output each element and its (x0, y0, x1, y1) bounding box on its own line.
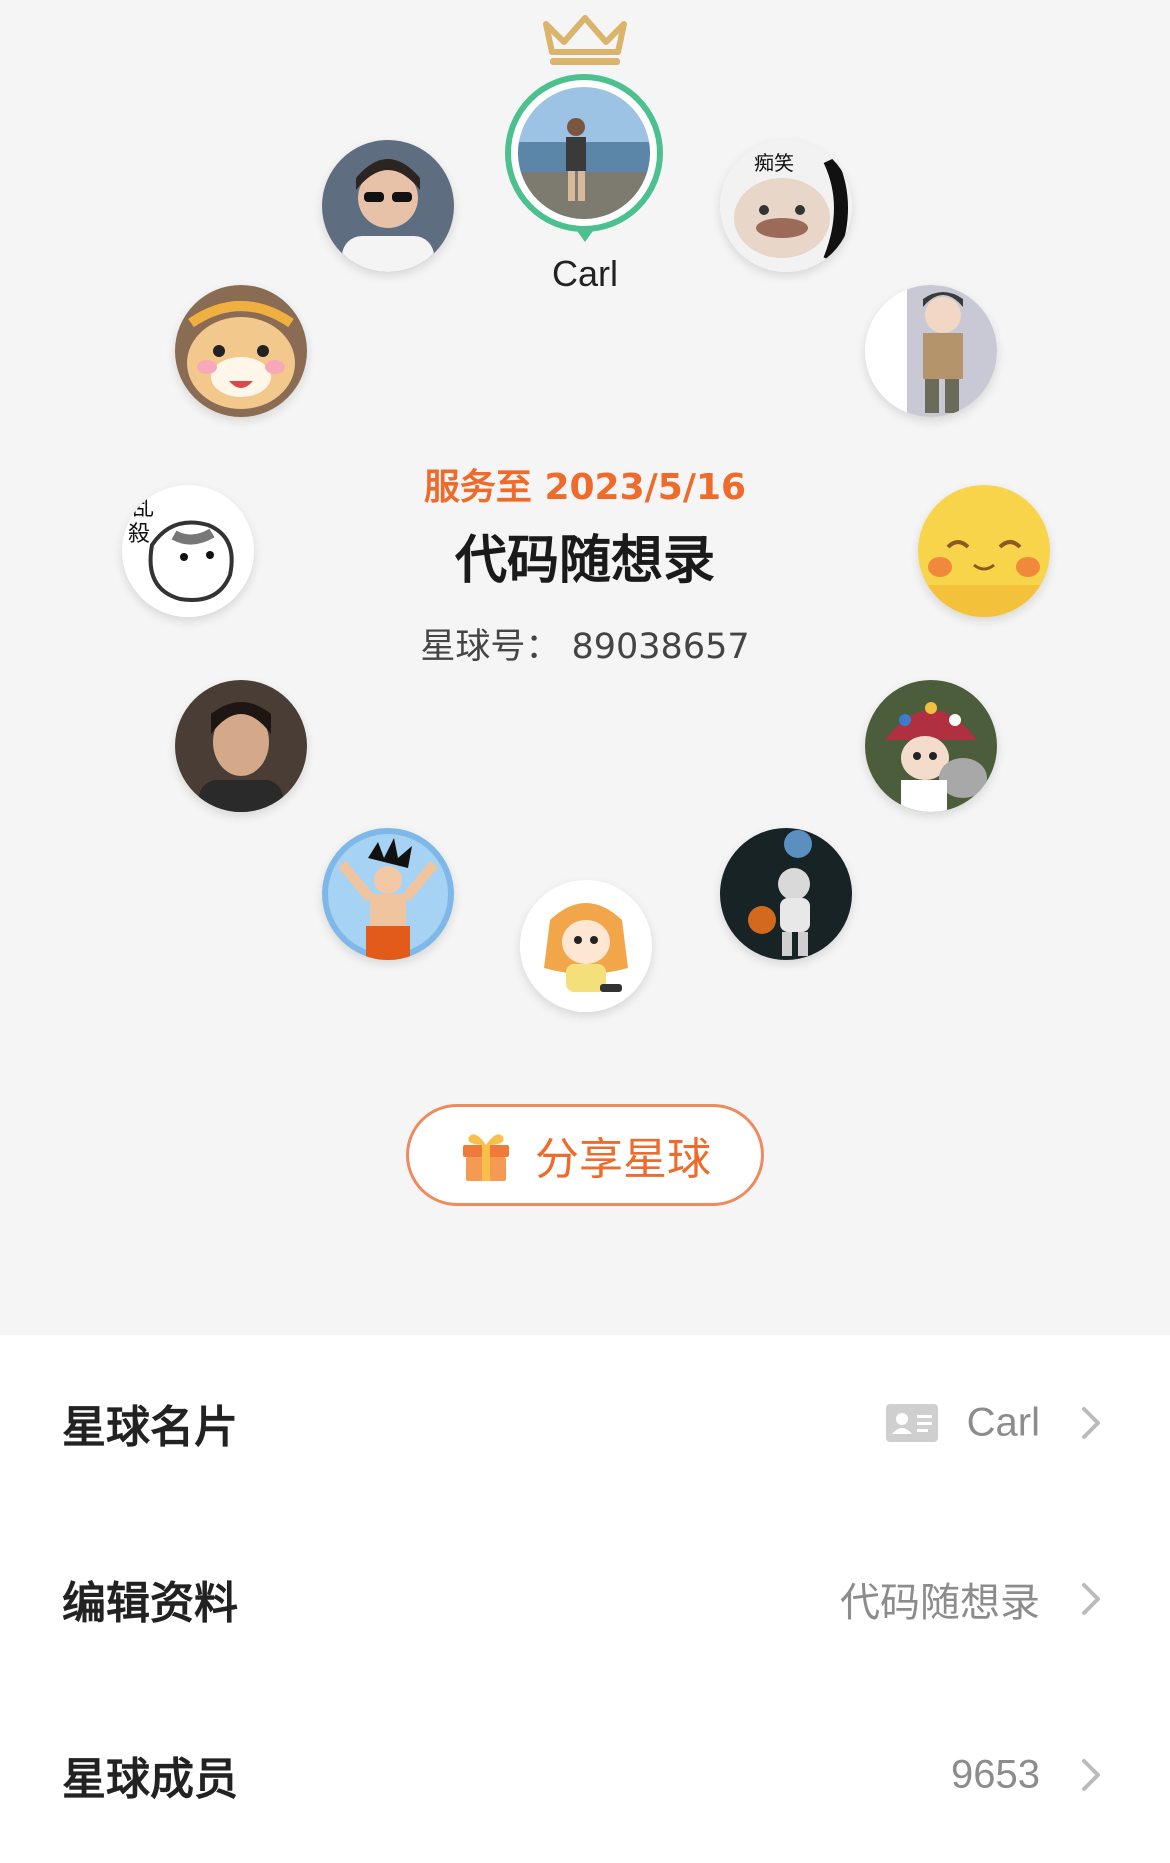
member-avatar-astronaut-basketball[interactable] (720, 828, 852, 960)
planet-name: 代码随想录 (454, 531, 715, 591)
row-edit-profile[interactable]: 编辑资料 代码随想录 (0, 1511, 1170, 1687)
owner-name: Carl (551, 253, 618, 294)
member-avatar-umaru-chan[interactable] (520, 880, 652, 1012)
member-avatar-sunglasses-guy[interactable] (322, 140, 454, 272)
share-planet-label: 分享星球 (535, 1134, 711, 1185)
row-title-edit-profile: 编辑资料 (62, 1578, 238, 1629)
member-avatar-shiba-dog[interactable] (175, 285, 307, 417)
row-title-planet-members: 星球成员 (62, 1754, 238, 1805)
row-value-planet-card: Carl (966, 1400, 1040, 1445)
crown-icon (543, 15, 627, 65)
planet-id: 星球号： 89038657 (420, 627, 750, 667)
member-avatar-laughing-face[interactable]: 痴笑 (720, 140, 852, 272)
chevron-right-icon (1082, 1407, 1100, 1439)
owner-pin (575, 228, 595, 242)
planet-hero: Carl 痴笑 乱殺 服务至 2023/5/16 代码随想录 星球号： 8903… (0, 0, 1170, 1335)
member-avatar-ink-dog[interactable]: 乱殺 (122, 485, 254, 617)
member-avatar-goku[interactable] (322, 828, 454, 960)
member-avatar-doll-with-hat[interactable] (865, 680, 997, 812)
row-planet-members[interactable]: 星球成员 9653 (0, 1687, 1170, 1863)
member-avatar-young-man[interactable] (175, 680, 307, 812)
settings-list: 星球名片 Carl 编辑资料 代码随想录 星球成员 9653 (0, 1335, 1170, 1863)
svg-text:痴笑: 痴笑 (754, 151, 794, 175)
id-card-icon (886, 1404, 938, 1442)
share-planet-button[interactable]: 分享星球 (406, 1104, 764, 1206)
member-avatar-anime-character[interactable] (865, 285, 997, 417)
gift-icon (463, 1134, 509, 1181)
row-title-planet-card: 星球名片 (62, 1402, 238, 1453)
owner-avatar[interactable] (505, 74, 663, 232)
svg-text:乱: 乱 (132, 496, 154, 521)
svg-text:殺: 殺 (128, 522, 150, 547)
row-value-edit-profile: 代码随想录 (840, 1580, 1040, 1626)
chevron-right-icon (1082, 1583, 1100, 1615)
row-value-planet-members: 9653 (951, 1752, 1040, 1797)
member-avatar-pikachu-face[interactable] (918, 485, 1050, 617)
service-until: 服务至 2023/5/16 (423, 467, 747, 508)
row-planet-card[interactable]: 星球名片 Carl (0, 1335, 1170, 1511)
chevron-right-icon (1082, 1759, 1100, 1791)
